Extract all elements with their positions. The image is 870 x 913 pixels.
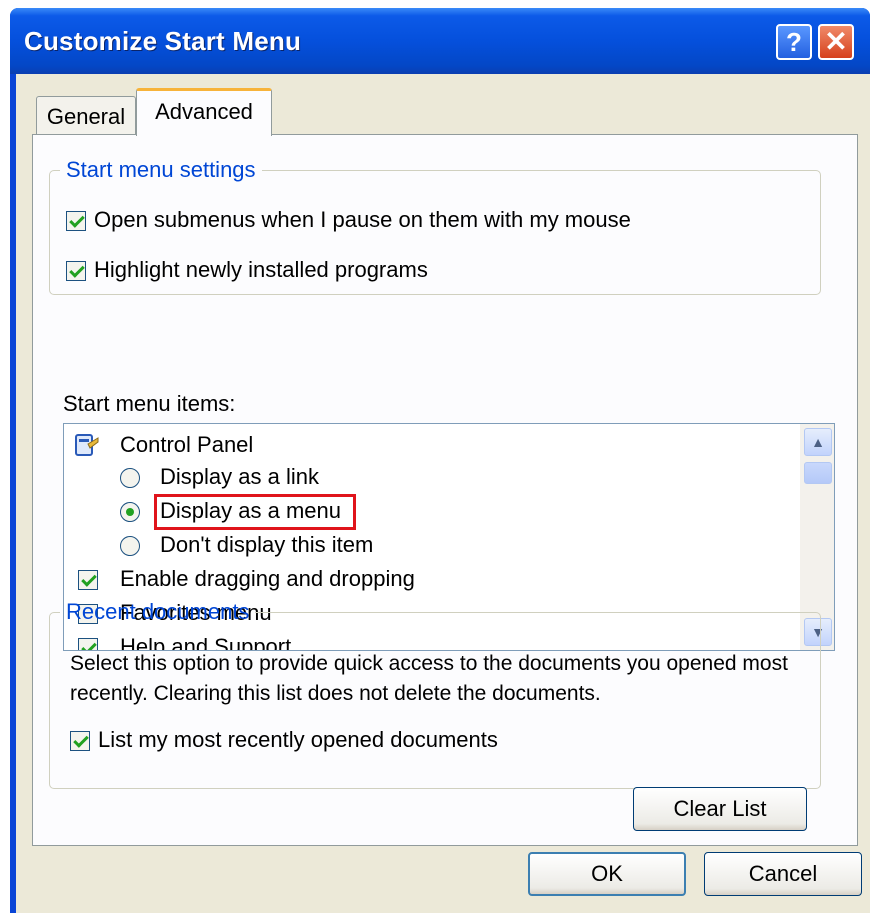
- tab-general[interactable]: General: [36, 96, 136, 134]
- start-menu-items-label: Start menu items:: [63, 391, 236, 416]
- open-submenus-checkbox[interactable]: [66, 211, 86, 231]
- dont-display-radio[interactable]: [120, 536, 140, 556]
- control-panel-label: Control Panel: [120, 432, 254, 457]
- window-title: Customize Start Menu: [24, 26, 302, 56]
- display-as-link-radio[interactable]: [120, 468, 140, 488]
- recent-documents-description: Select this option to provide quick acce…: [70, 652, 788, 705]
- enable-dragging-checkbox[interactable]: [78, 570, 98, 590]
- ok-button[interactable]: OK: [528, 852, 686, 896]
- display-as-menu-radio[interactable]: [120, 502, 140, 522]
- list-recent-documents-checkbox[interactable]: [70, 731, 90, 751]
- tab-advanced[interactable]: Advanced: [136, 88, 272, 136]
- start-menu-settings-legend: Start menu settings: [66, 157, 256, 182]
- help-button[interactable]: ?: [776, 24, 812, 60]
- enable-dragging-label[interactable]: Enable dragging and dropping: [120, 566, 415, 592]
- chevron-up-icon: ▲: [811, 434, 825, 450]
- advanced-tab-panel: Start menu settings Open submenus when I…: [32, 134, 858, 846]
- help-icon: ?: [786, 27, 802, 57]
- clear-list-button[interactable]: Clear List: [633, 787, 807, 831]
- control-panel-icon: [75, 434, 99, 456]
- close-icon: ✕: [824, 26, 848, 57]
- customize-start-menu-dialog: Customize Start Menu ? ✕ General Advance…: [10, 8, 870, 913]
- open-submenus-label[interactable]: Open submenus when I pause on them with …: [94, 207, 631, 233]
- highlight-programs-checkbox[interactable]: [66, 261, 86, 281]
- display-as-menu-label[interactable]: Display as a menu: [160, 498, 341, 524]
- dialog-client-area: General Advanced Start menu settings Ope…: [16, 74, 870, 913]
- title-bar[interactable]: Customize Start Menu ? ✕: [10, 8, 870, 74]
- cancel-button[interactable]: Cancel: [704, 852, 862, 896]
- recent-documents-group: Recent documents Select this option to p…: [49, 599, 821, 789]
- scroll-up-button[interactable]: ▲: [804, 428, 832, 456]
- dont-display-label[interactable]: Don't display this item: [160, 532, 373, 558]
- close-button[interactable]: ✕: [818, 24, 854, 60]
- highlight-programs-label[interactable]: Highlight newly installed programs: [94, 257, 428, 283]
- display-as-link-label[interactable]: Display as a link: [160, 464, 319, 490]
- scroll-thumb[interactable]: [804, 462, 832, 484]
- start-menu-settings-group: Start menu settings Open submenus when I…: [49, 157, 821, 295]
- list-recent-documents-label[interactable]: List my most recently opened documents: [98, 727, 498, 753]
- recent-documents-legend: Recent documents: [66, 599, 250, 624]
